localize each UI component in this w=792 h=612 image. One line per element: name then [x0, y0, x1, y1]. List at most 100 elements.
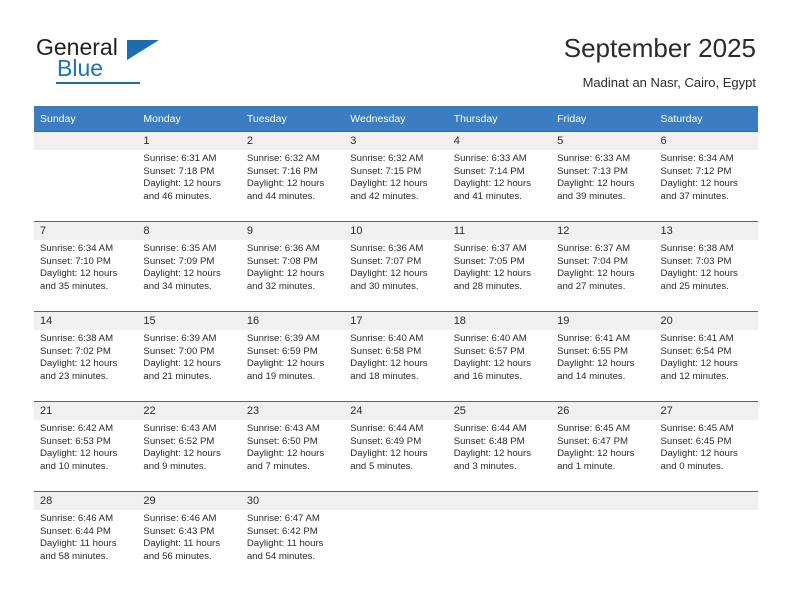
daylight-text-line1: Daylight: 12 hours: [143, 178, 221, 190]
day-cell-inner: 25 Sunrise: 6:44 AM Sunset: 6:48 PM Dayligh…: [447, 402, 552, 491]
day-cell-inner: 8 Sunrise: 6:35 AM Sunset: 7:09 PM Daylight…: [137, 222, 241, 311]
calendar-day-cell[interactable]: 18 Sunrise: 6:40 AM Sunset: 6:57 PM Dayligh…: [447, 311, 552, 402]
calendar-day-cell[interactable]: 14 Sunrise: 6:38 AM Sunset: 7:02 PM Dayligh…: [34, 311, 138, 402]
sunrise-text: Sunrise: 6:37 AM: [557, 243, 631, 254]
day-cell-inner: 5 Sunrise: 6:33 AM Sunset: 7:13 PM Daylight…: [551, 132, 655, 221]
location-subtitle: Madinat an Nasr, Cairo, Egypt: [582, 75, 756, 90]
day-cell-inner: 21 Sunrise: 6:42 AM Sunset: 6:53 PM Dayligh…: [34, 402, 138, 491]
day-sun-info: Sunrise: 6:41 AM Sunset: 6:54 PM Daylight:…: [655, 330, 758, 383]
day-number: 29: [137, 492, 241, 510]
sunset-text: Sunset: 7:08 PM: [246, 255, 318, 267]
day-number: [34, 132, 138, 150]
daylight-text-line1: Daylight: 12 hours: [453, 358, 532, 370]
daylight-text-line1: Daylight: 12 hours: [557, 448, 635, 460]
sunset-text: Sunset: 6:45 PM: [660, 435, 732, 447]
calendar-day-cell[interactable]: 9 Sunrise: 6:36 AM Sunset: 7:08 PM Daylight…: [240, 221, 345, 312]
calendar-day-cell[interactable]: 8 Sunrise: 6:35 AM Sunset: 7:09 PM Daylight…: [137, 221, 241, 312]
daylight-text-line1: Daylight: 12 hours: [246, 358, 325, 370]
daylight-text-line1: Daylight: 12 hours: [246, 448, 325, 460]
day-cell-inner: [654, 492, 758, 581]
daylight-text-line1: Daylight: 11 hours: [40, 538, 117, 550]
day-cell-inner: 3 Sunrise: 6:32 AM Sunset: 7:15 PM Daylight…: [344, 132, 448, 221]
sunrise-text: Sunrise: 6:46 AM: [40, 513, 114, 524]
day-sun-info: Sunrise: 6:37 AM Sunset: 7:04 PM Daylight:…: [551, 240, 654, 293]
calendar-day-cell[interactable]: 11 Sunrise: 6:37 AM Sunset: 7:05 PM Dayligh…: [447, 221, 552, 312]
calendar-day-cell[interactable]: 20 Sunrise: 6:41 AM Sunset: 6:54 PM Dayligh…: [654, 311, 758, 402]
sunset-text: Sunset: 6:43 PM: [143, 525, 215, 537]
day-number: 4: [447, 132, 552, 150]
calendar-day-cell[interactable]: 3 Sunrise: 6:32 AM Sunset: 7:15 PM Daylight…: [344, 131, 448, 222]
daylight-text-line2: and 41 minutes.: [453, 190, 522, 202]
sunset-text: Sunset: 7:13 PM: [557, 165, 629, 177]
day-sun-info: Sunrise: 6:34 AM Sunset: 7:12 PM Daylight:…: [655, 150, 758, 203]
calendar-day-cell[interactable]: 13 Sunrise: 6:38 AM Sunset: 7:03 PM Dayligh…: [654, 221, 758, 312]
sunset-text: Sunset: 7:18 PM: [143, 165, 215, 177]
calendar-day-cell[interactable]: 17 Sunrise: 6:40 AM Sunset: 6:58 PM Dayligh…: [344, 311, 448, 402]
calendar-day-cell[interactable]: 16 Sunrise: 6:39 AM Sunset: 6:59 PM Dayligh…: [240, 311, 345, 402]
weekday-header-saturday: Saturday: [654, 106, 758, 132]
calendar-day-cell[interactable]: 28 Sunrise: 6:46 AM Sunset: 6:44 PM Dayligh…: [34, 491, 138, 581]
sunrise-text: Sunrise: 6:40 AM: [350, 333, 424, 344]
day-number: 13: [654, 222, 758, 240]
calendar-day-cell[interactable]: 2 Sunrise: 6:32 AM Sunset: 7:16 PM Daylight…: [240, 131, 345, 222]
sunset-text: Sunset: 6:49 PM: [350, 435, 422, 447]
daylight-text-line1: Daylight: 12 hours: [453, 448, 532, 460]
calendar-day-cell[interactable]: 19 Sunrise: 6:41 AM Sunset: 6:55 PM Dayligh…: [551, 311, 655, 402]
brand-logo[interactable]: General Blue: [36, 34, 276, 88]
sunrise-text: Sunrise: 6:33 AM: [453, 153, 527, 164]
calendar-day-cell[interactable]: 29 Sunrise: 6:46 AM Sunset: 6:43 PM Dayligh…: [137, 491, 241, 581]
daylight-text-line1: Daylight: 12 hours: [453, 268, 532, 280]
sunset-text: Sunset: 7:03 PM: [660, 255, 732, 267]
day-cell-inner: 7 Sunrise: 6:34 AM Sunset: 7:10 PM Daylight…: [34, 222, 138, 311]
calendar-day-cell[interactable]: 27 Sunrise: 6:45 AM Sunset: 6:45 PM Dayligh…: [654, 401, 758, 492]
daylight-text-line2: and 30 minutes.: [350, 280, 419, 292]
calendar-day-cell[interactable]: 5 Sunrise: 6:33 AM Sunset: 7:13 PM Daylight…: [551, 131, 655, 222]
daylight-text-line2: and 37 minutes.: [660, 190, 729, 202]
day-cell-inner: [551, 492, 655, 581]
calendar-day-cell[interactable]: 26 Sunrise: 6:45 AM Sunset: 6:47 PM Dayligh…: [551, 401, 655, 492]
sunrise-text: Sunrise: 6:42 AM: [40, 423, 114, 434]
weekday-header-thursday: Thursday: [447, 106, 552, 132]
daylight-text-line2: and 27 minutes.: [557, 280, 626, 292]
daylight-text-line1: Daylight: 12 hours: [350, 358, 428, 370]
day-sun-info: Sunrise: 6:44 AM Sunset: 6:49 PM Daylight:…: [344, 420, 447, 473]
sunrise-text: Sunrise: 6:45 AM: [557, 423, 631, 434]
sunset-text: Sunset: 6:53 PM: [40, 435, 111, 447]
day-number: 26: [551, 402, 655, 420]
calendar-day-cell[interactable]: 22 Sunrise: 6:43 AM Sunset: 6:52 PM Dayligh…: [137, 401, 241, 492]
day-cell-inner: 11 Sunrise: 6:37 AM Sunset: 7:05 PM Dayligh…: [447, 222, 552, 311]
daylight-text-line2: and 21 minutes.: [143, 370, 212, 382]
daylight-text-line1: Daylight: 12 hours: [453, 178, 532, 190]
sunset-text: Sunset: 7:09 PM: [143, 255, 215, 267]
calendar-day-cell[interactable]: 25 Sunrise: 6:44 AM Sunset: 6:48 PM Dayligh…: [447, 401, 552, 492]
calendar-day-cell[interactable]: 10 Sunrise: 6:36 AM Sunset: 7:07 PM Dayligh…: [344, 221, 448, 312]
day-number: 21: [34, 402, 138, 420]
daylight-text-line1: Daylight: 12 hours: [350, 178, 428, 190]
day-number: 19: [551, 312, 655, 330]
calendar-day-cell[interactable]: 4 Sunrise: 6:33 AM Sunset: 7:14 PM Daylight…: [447, 131, 552, 222]
day-sun-info: Sunrise: 6:36 AM Sunset: 7:07 PM Daylight:…: [344, 240, 447, 293]
daylight-text-line1: Daylight: 12 hours: [143, 358, 221, 370]
calendar-day-cell[interactable]: 6 Sunrise: 6:34 AM Sunset: 7:12 PM Daylight…: [654, 131, 758, 222]
day-number: 20: [654, 312, 758, 330]
calendar-day-cell[interactable]: 21 Sunrise: 6:42 AM Sunset: 6:53 PM Dayligh…: [34, 401, 138, 492]
day-cell-inner: [34, 132, 138, 221]
day-sun-info: Sunrise: 6:39 AM Sunset: 6:59 PM Daylight:…: [241, 330, 344, 383]
sunset-text: Sunset: 6:54 PM: [660, 345, 732, 357]
sunrise-text: Sunrise: 6:39 AM: [246, 333, 320, 344]
daylight-text-line2: and 1 minute.: [557, 460, 616, 472]
calendar-day-cell[interactable]: 30 Sunrise: 6:47 AM Sunset: 6:42 PM Dayligh…: [240, 491, 345, 581]
day-number: 11: [447, 222, 552, 240]
calendar-day-cell[interactable]: 24 Sunrise: 6:44 AM Sunset: 6:49 PM Dayligh…: [344, 401, 448, 492]
day-cell-inner: 6 Sunrise: 6:34 AM Sunset: 7:12 PM Daylight…: [654, 132, 758, 221]
calendar-day-cell[interactable]: 12 Sunrise: 6:37 AM Sunset: 7:04 PM Dayligh…: [551, 221, 655, 312]
day-cell-inner: 28 Sunrise: 6:46 AM Sunset: 6:44 PM Dayligh…: [34, 492, 138, 581]
sunrise-text: Sunrise: 6:46 AM: [143, 513, 217, 524]
calendar-day-cell[interactable]: 15 Sunrise: 6:39 AM Sunset: 7:00 PM Dayligh…: [137, 311, 241, 402]
sunset-text: Sunset: 7:10 PM: [40, 255, 111, 267]
calendar-day-cell[interactable]: 7 Sunrise: 6:34 AM Sunset: 7:10 PM Daylight…: [34, 221, 138, 312]
calendar-day-cell[interactable]: 23 Sunrise: 6:43 AM Sunset: 6:50 PM Dayligh…: [240, 401, 345, 492]
calendar-day-cell[interactable]: 1 Sunrise: 6:31 AM Sunset: 7:18 PM Daylight…: [137, 131, 241, 222]
calendar-empty-cell: [34, 131, 138, 222]
daylight-text-line2: and 56 minutes.: [143, 550, 212, 562]
